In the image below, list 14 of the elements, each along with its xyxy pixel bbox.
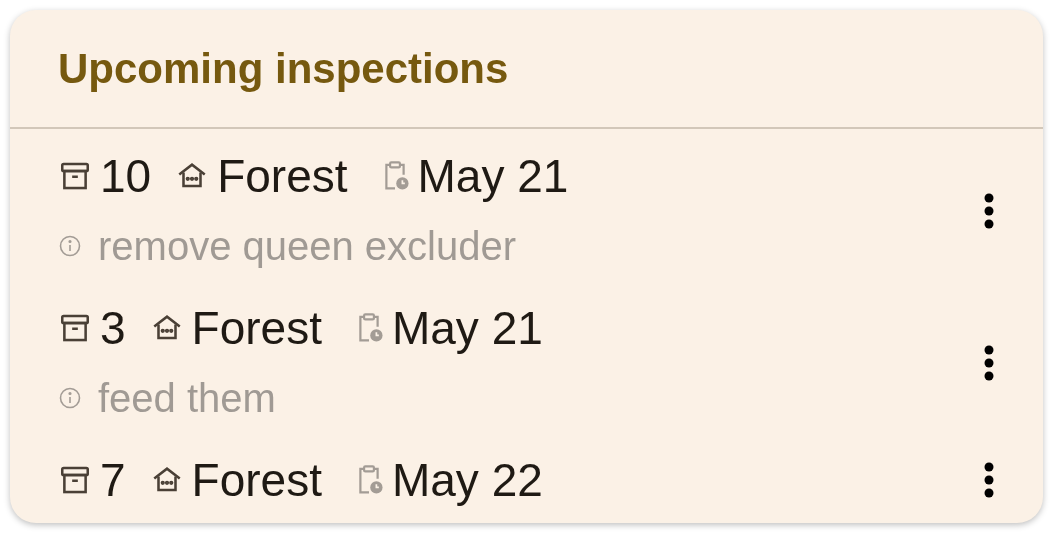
hive-number: 10 — [100, 153, 152, 199]
more-vertical-icon — [983, 344, 995, 382]
apiary-name: Forest — [217, 153, 348, 199]
apiary-name: Forest — [191, 457, 322, 503]
hive-number: 3 — [100, 305, 126, 351]
more-vertical-icon — [983, 192, 995, 230]
hive-number: 7 — [100, 457, 126, 503]
info-icon — [58, 234, 82, 258]
card-title: Upcoming inspections — [58, 44, 509, 94]
inspection-note: feed them — [98, 378, 276, 418]
info-icon — [58, 386, 82, 410]
more-vertical-icon — [983, 461, 995, 499]
inspection-note: remove queen excluder — [98, 226, 517, 266]
apiary-name: Forest — [191, 305, 322, 351]
